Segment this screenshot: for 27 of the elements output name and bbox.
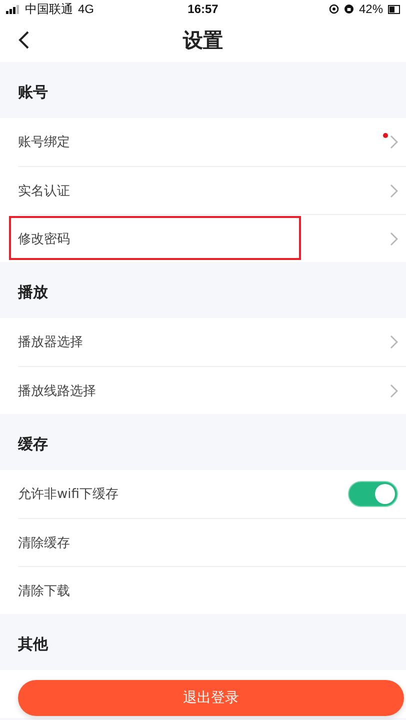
setting-label[interactable]: 播放线路选择 xyxy=(18,382,390,400)
signal-icon xyxy=(6,4,20,14)
section-title: 账号 xyxy=(18,83,48,101)
battery-level: 42% xyxy=(358,2,384,16)
location-icon xyxy=(328,4,339,14)
network-type: 4G xyxy=(78,2,94,16)
chevron-icon[interactable] xyxy=(390,335,398,349)
back-icon[interactable] xyxy=(18,31,30,49)
setting-label[interactable]: 清除缓存 xyxy=(18,534,398,552)
setting-label[interactable]: 实名认证 xyxy=(18,182,390,200)
setting-label[interactable]: 清除下载 xyxy=(18,582,398,600)
setting-label[interactable]: 允许非wifi下缓存 xyxy=(18,485,348,503)
toggle-switch[interactable] xyxy=(348,481,398,507)
setting-label[interactable]: 修改密码 xyxy=(18,230,390,248)
clock-time: 16:57 xyxy=(188,2,218,16)
battery-icon xyxy=(388,4,400,14)
section-title: 其他 xyxy=(18,635,48,653)
setting-label[interactable]: 账号绑定 xyxy=(18,133,383,151)
chevron-icon[interactable] xyxy=(390,135,398,149)
section-title: 缓存 xyxy=(18,435,48,453)
chevron-icon[interactable] xyxy=(390,384,398,398)
page-title: 设置 xyxy=(183,26,223,54)
chevron-icon[interactable] xyxy=(390,232,398,246)
chevron-icon[interactable] xyxy=(390,184,398,198)
setting-label[interactable]: 播放器选择 xyxy=(18,333,390,351)
carrier-name: 中国联通 xyxy=(25,0,73,18)
section-title: 播放 xyxy=(18,283,48,301)
